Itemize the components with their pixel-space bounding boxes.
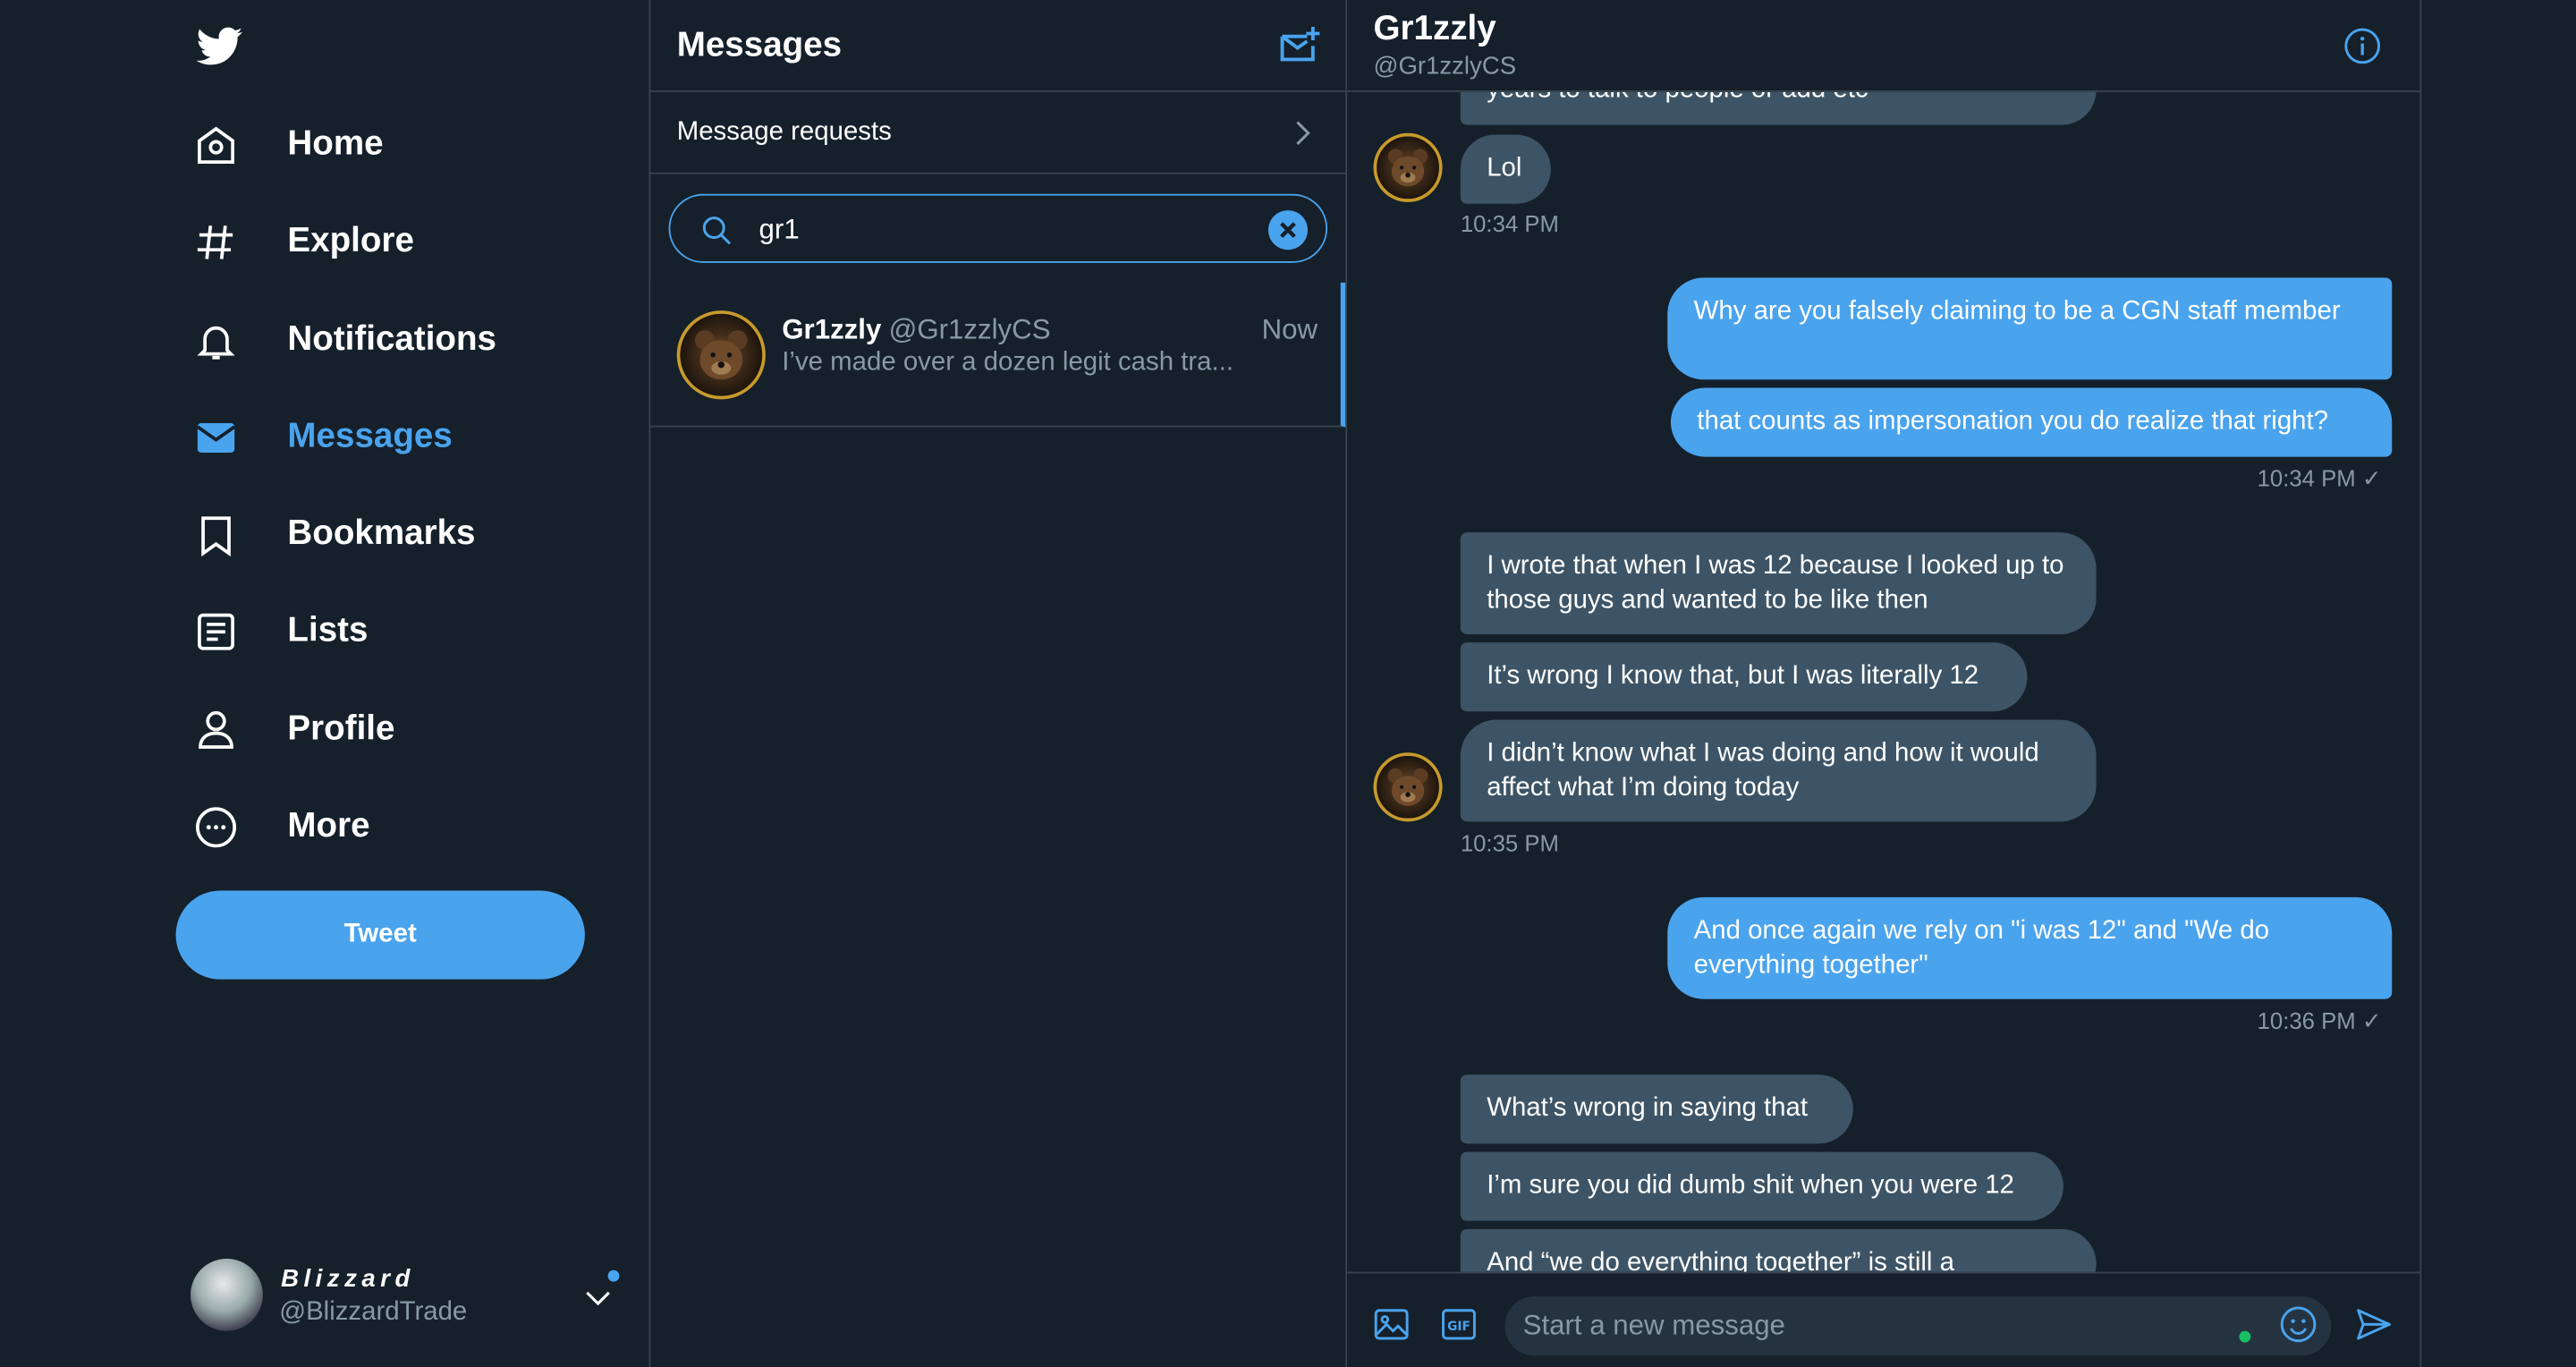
- message-text: It’s wrong I know that, but I was litera…: [1487, 662, 1979, 691]
- notification-dot: [607, 1269, 620, 1282]
- nav-label: Explore: [287, 221, 414, 260]
- nav-label: Home: [287, 124, 384, 163]
- message-composer: GIF Start a new message: [1347, 1271, 2420, 1367]
- avatar: [191, 1258, 263, 1331]
- bear-avatar: [676, 310, 766, 400]
- chevron-right-icon: [1286, 115, 1319, 151]
- nav-label: Bookmarks: [287, 514, 476, 553]
- account-switcher[interactable]: Blizzard @BlizzardTrade: [191, 1258, 621, 1337]
- page-title: Messages: [676, 26, 843, 64]
- left-sidebar: Home Explore Notifications Messages Book…: [0, 0, 651, 1367]
- message-bubble-incoming: What’s wrong in saying that: [1460, 1074, 1853, 1144]
- conversation-handle: @Gr1zzlyCS: [888, 313, 1051, 345]
- gif-icon[interactable]: GIF: [1439, 1304, 1479, 1344]
- send-icon[interactable]: [2354, 1304, 2394, 1344]
- account-handle: @BlizzardTrade: [279, 1297, 468, 1327]
- nav-label: Messages: [287, 417, 453, 455]
- bear-avatar: [1373, 752, 1443, 822]
- nav-item-messages[interactable]: Messages: [181, 397, 453, 476]
- bell-icon: [194, 318, 267, 362]
- nav-item-bookmarks[interactable]: Bookmarks: [181, 495, 476, 573]
- hashtag-icon: [194, 219, 267, 264]
- nav-item-home[interactable]: Home: [181, 106, 384, 184]
- nav-item-notifications[interactable]: Notifications: [181, 301, 496, 379]
- nav-label: Profile: [287, 709, 395, 748]
- search-box: [668, 193, 1328, 263]
- message-bubble-incoming: Lol: [1460, 134, 1551, 204]
- timestamp: 10:34 PM ✓: [2257, 464, 2382, 492]
- bear-avatar: [1373, 132, 1443, 202]
- message-bubble-outgoing: Why are you falsely claiming to be a CGN…: [1667, 277, 2393, 380]
- message-text: What’s wrong in saying that: [1487, 1094, 1809, 1123]
- message-requests-label: Message requests: [676, 118, 892, 147]
- more-icon: [194, 804, 267, 849]
- timestamp: 10:34 PM: [1460, 210, 1559, 237]
- messages-column: Messages Message requests Gr1zzly @Gr1zz…: [650, 0, 1348, 1367]
- chat-handle: @Gr1zzlyCS: [1373, 52, 1517, 81]
- nav-label: Notifications: [287, 320, 496, 359]
- emoji-icon[interactable]: [2279, 1304, 2318, 1344]
- info-icon[interactable]: [2343, 26, 2382, 65]
- nav-label: More: [287, 806, 370, 845]
- message-text: And once again we rely on "i was 12" and…: [1693, 916, 2270, 980]
- envelope-icon: [194, 415, 267, 460]
- right-margin: [2421, 0, 2576, 1367]
- message-text: I didn’t know what I was doing and how i…: [1487, 739, 2039, 802]
- chevron-down-icon: [581, 1282, 614, 1315]
- message-text: Why are you falsely claiming to be a CGN…: [1693, 297, 2341, 326]
- message-bubble-outgoing: And once again we rely on "i was 12" and…: [1667, 896, 2393, 999]
- nav-item-profile[interactable]: Profile: [181, 690, 394, 768]
- new-message-icon[interactable]: [1276, 23, 1322, 69]
- message-input[interactable]: Start a new message: [1504, 1296, 2332, 1356]
- timestamp: 10:35 PM: [1460, 829, 1559, 856]
- nav-item-explore[interactable]: Explore: [181, 202, 414, 281]
- search-icon: [699, 212, 734, 248]
- timestamp: 10:36 PM ✓: [2257, 1006, 2382, 1034]
- message-bubble-incoming: I wrote that when I was 12 because I loo…: [1460, 532, 2097, 634]
- message-bubble-outgoing: that counts as impersonation you do real…: [1670, 387, 2393, 457]
- message-text: I wrote that when I was 12 because I loo…: [1487, 552, 2064, 615]
- svg-text:GIF: GIF: [1447, 1320, 1470, 1334]
- message-requests-row[interactable]: Message requests: [650, 92, 1348, 174]
- message-text: I’m sure you did dumb shit when you were…: [1487, 1171, 2014, 1200]
- conversation-preview: I’ve made over a dozen legit cash tra...: [782, 348, 1234, 377]
- conversation-name: Gr1zzly: [782, 313, 882, 345]
- tweet-button[interactable]: Tweet: [175, 890, 585, 980]
- bookmark-icon: [194, 512, 267, 556]
- nav-item-lists[interactable]: Lists: [181, 591, 368, 670]
- search-input[interactable]: [758, 210, 1252, 250]
- home-icon: [194, 123, 267, 167]
- message-bubble-incoming: I’m sure you did dumb shit when you were…: [1460, 1151, 2063, 1221]
- status-dot: [2239, 1330, 2251, 1343]
- message-text: that counts as impersonation you do real…: [1697, 407, 2329, 436]
- conversation-time: Now: [1261, 313, 1318, 345]
- chat-name: Gr1zzly: [1373, 10, 1496, 48]
- message-input-placeholder: Start a new message: [1522, 1309, 1785, 1341]
- chat-panel: Gr1zzly @Gr1zzlyCS years to talk to peop…: [1347, 0, 2422, 1367]
- app-root: Home Explore Notifications Messages Book…: [0, 0, 2576, 1367]
- message-bubble-incoming: It’s wrong I know that, but I was litera…: [1460, 642, 2028, 712]
- account-name: Blizzard: [281, 1265, 415, 1294]
- message-bubble-incoming: I didn’t know what I was doing and how i…: [1460, 719, 2097, 822]
- nav-label: Lists: [287, 611, 369, 650]
- image-icon[interactable]: [1372, 1304, 1411, 1344]
- nav-item-more[interactable]: More: [181, 787, 370, 866]
- clear-search-icon[interactable]: [1267, 210, 1309, 250]
- chat-header: Gr1zzly @Gr1zzlyCS: [1347, 0, 2420, 92]
- message-text: Lol: [1487, 154, 1522, 183]
- list-icon: [194, 608, 267, 653]
- person-icon: [194, 708, 267, 752]
- twitter-logo-icon[interactable]: [194, 23, 247, 69]
- conversation-item[interactable]: Gr1zzly @Gr1zzlyCS Now I’ve made over a …: [650, 282, 1346, 428]
